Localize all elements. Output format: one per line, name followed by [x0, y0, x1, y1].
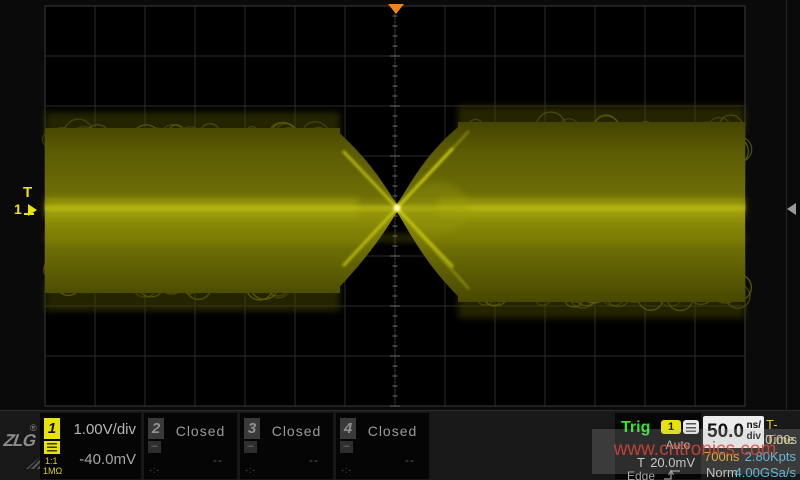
channel-3-box[interactable]: 3 Closed – -:- -- — [240, 413, 333, 479]
channel-4-badge: 4 — [340, 418, 356, 439]
channel-3-sub: -:- — [245, 465, 257, 475]
input-impedance: 1MΩ — [43, 466, 62, 476]
channel-1-box[interactable]: 1 1:1 1MΩ 1.00V/div -40.0mV — [40, 413, 141, 479]
dc-coupling-icon — [44, 441, 60, 454]
minus-icon: – — [340, 441, 353, 453]
channel-1-position-marker[interactable]: 1 — [14, 201, 22, 217]
watermark-text: www.cntronics.com — [592, 439, 798, 461]
channel-3-status: Closed — [260, 423, 333, 439]
channel-2-value: -- — [213, 453, 223, 467]
channel-marker-label: 1 — [14, 201, 22, 217]
right-arrow-icon — [28, 204, 37, 216]
channel-2-sub: -:- — [149, 465, 161, 475]
channel-4-status: Closed — [356, 423, 429, 439]
channel-2-status: Closed — [164, 423, 237, 439]
channel-2-badge: 2 — [148, 418, 164, 439]
status-bar: ZLG ® 1 1:1 1MΩ 1.00V/div -40.0mV 2 Clos… — [0, 410, 800, 480]
channel-2-box[interactable]: 2 Closed – -:- -- — [144, 413, 237, 479]
minus-icon: – — [244, 441, 257, 453]
trigger-position-marker[interactable] — [388, 4, 404, 14]
watermark-overlay: www.cntronics.com — [592, 429, 800, 474]
channel-3-badge: 3 — [244, 418, 260, 439]
minus-icon: – — [148, 441, 161, 453]
volts-per-div: 1.00V/div — [73, 421, 136, 438]
trigger-level-marker[interactable]: T — [23, 184, 32, 201]
brand-logo: ZLG ® — [2, 417, 40, 477]
probe-ratio: 1:1 — [45, 456, 58, 466]
left-arrow-icon — [787, 203, 796, 215]
registered-mark: ® — [30, 423, 37, 433]
channel-4-sub: -:- — [341, 465, 353, 475]
oscilloscope-screen: T 1 ZLG ® 1 1:1 1MΩ 1.00V/div -40.0mV 2 … — [0, 0, 800, 480]
channel-4-value: -- — [405, 453, 415, 467]
channel-4-box[interactable]: 4 Closed – -:- -- — [336, 413, 429, 479]
brand-triangle-icon — [26, 457, 40, 469]
waveform-display — [0, 0, 800, 480]
channel-3-value: -- — [309, 453, 319, 467]
channel-offset: -40.0mV — [79, 451, 136, 468]
brand-text: ZLG — [3, 431, 37, 451]
channel-1-badge: 1 — [44, 418, 60, 439]
